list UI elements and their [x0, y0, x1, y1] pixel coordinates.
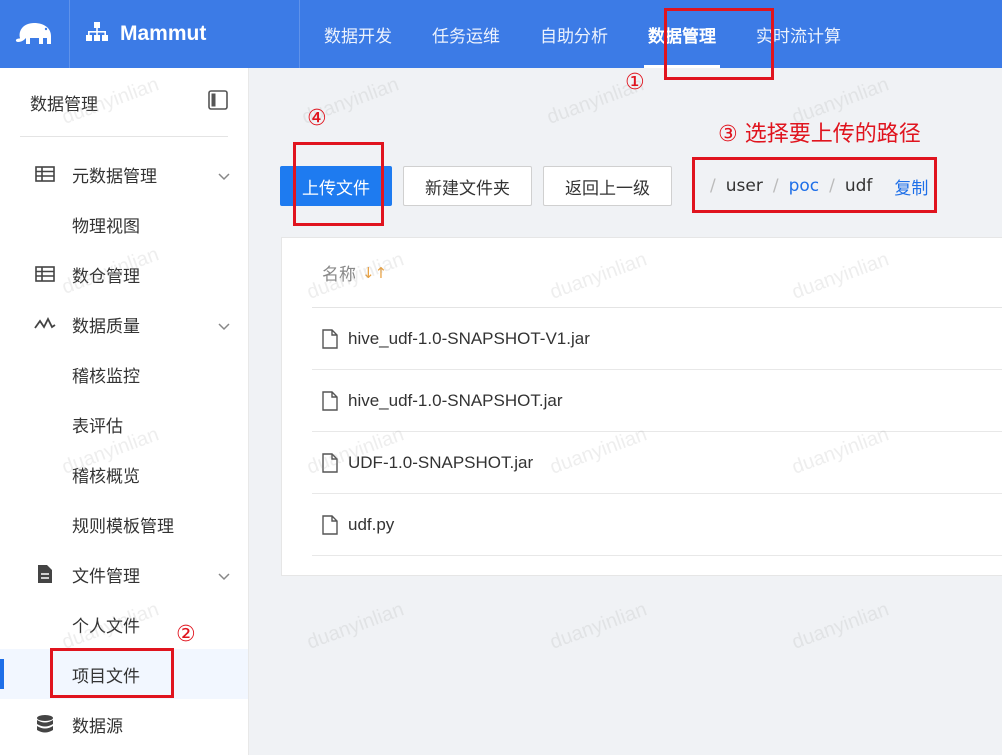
sidebar-item-file-management[interactable]: 文件管理 — [0, 549, 248, 599]
watermark: duanyinlian — [304, 598, 407, 654]
chevron-down-icon — [218, 166, 230, 186]
sidebar-item-label: 物理视图 — [72, 216, 140, 237]
annotation-box-4 — [293, 142, 384, 226]
sidebar-item-label: 数仓管理 — [72, 266, 140, 287]
document-icon — [322, 328, 340, 349]
back-up-button[interactable]: 返回上一级 — [543, 166, 672, 206]
annotation-step-2: ② — [176, 622, 196, 647]
nav-tab-data-dev[interactable]: 数据开发 — [304, 0, 412, 68]
annotation-step-1: ① — [625, 70, 645, 95]
brand-name: Mammut — [120, 22, 207, 45]
annotation-step-3: ③ 选择要上传的路径 — [718, 122, 921, 147]
file-list-panel: 名称 ↓↑ hive_udf-1.0-SNAPSHOT-V1.jar hive_… — [281, 237, 1002, 576]
logo[interactable] — [0, 0, 70, 68]
file-name: UDF-1.0-SNAPSHOT.jar — [348, 452, 534, 472]
pulse-icon — [34, 313, 56, 335]
table-row[interactable]: udf.py — [312, 494, 1002, 556]
watermark: duanyinlian — [789, 598, 892, 654]
table-header: 名称 ↓↑ — [312, 238, 1002, 308]
sidebar-item-label: 数据源 — [72, 716, 123, 737]
hierarchy-icon — [86, 22, 108, 46]
sidebar-item-datasource[interactable]: 数据源 — [0, 699, 248, 749]
annotation-box-3 — [692, 157, 937, 213]
collapse-sidebar-icon[interactable] — [208, 90, 228, 114]
document-icon — [322, 390, 340, 411]
table-row[interactable]: hive_udf-1.0-SNAPSHOT-V1.jar — [312, 308, 1002, 370]
table-row[interactable]: UDF-1.0-SNAPSHOT.jar — [312, 432, 1002, 494]
nav-tab-self-analysis[interactable]: 自助分析 — [520, 0, 628, 68]
annotation-step-4: ④ — [307, 106, 327, 131]
sidebar-item-physical-view[interactable]: 物理视图 — [0, 199, 248, 249]
name-column-header[interactable]: 名称 — [322, 260, 356, 285]
sidebar-item-data-quality[interactable]: 数据质量 — [0, 299, 248, 349]
sidebar-item-label: 规则模板管理 — [72, 516, 174, 537]
chevron-down-icon — [218, 566, 230, 586]
sidebar-item-audit-overview[interactable]: 稽核概览 — [0, 449, 248, 499]
file-name: udf.py — [348, 514, 395, 534]
sidebar-title: 数据管理 — [30, 94, 98, 115]
table-row[interactable]: hive_udf-1.0-SNAPSHOT.jar — [312, 370, 1002, 432]
sidebar-item-label: 稽核监控 — [72, 366, 140, 387]
sidebar-item-label: 个人文件 — [72, 616, 140, 637]
document-icon — [322, 452, 340, 473]
sidebar-item-label: 表评估 — [72, 416, 123, 437]
file-name: hive_udf-1.0-SNAPSHOT-V1.jar — [348, 328, 590, 348]
file-icon — [34, 563, 56, 585]
document-icon — [322, 514, 340, 535]
table-icon — [34, 263, 56, 285]
annotation-box-1 — [664, 8, 774, 80]
database-icon — [34, 713, 56, 735]
sidebar-item-rule-templates[interactable]: 规则模板管理 — [0, 499, 248, 549]
sort-icon[interactable]: ↓↑ — [362, 264, 387, 282]
sidebar-item-metadata[interactable]: 元数据管理 — [0, 149, 248, 199]
new-folder-button[interactable]: 新建文件夹 — [403, 166, 532, 206]
mammoth-logo-icon — [14, 18, 56, 50]
chevron-down-icon — [218, 316, 230, 336]
sidebar-item-label: 数据质量 — [72, 316, 140, 337]
annotation-box-2 — [50, 648, 174, 698]
table-icon — [34, 163, 56, 185]
top-nav-bar: Mammut 数据开发 任务运维 自助分析 数据管理 实时流计算 — [0, 0, 1002, 68]
sidebar-item-label: 元数据管理 — [72, 166, 157, 187]
nav-tab-task-ops[interactable]: 任务运维 — [412, 0, 520, 68]
watermark: duanyinlian — [547, 598, 650, 654]
sidebar-item-personal-files[interactable]: 个人文件 — [0, 599, 248, 649]
nav-tabs: 数据开发 任务运维 自助分析 数据管理 实时流计算 — [304, 0, 861, 68]
sidebar-header: 数据管理 — [0, 68, 248, 136]
sidebar-item-audit-monitor[interactable]: 稽核监控 — [0, 349, 248, 399]
sidebar-item-label: 稽核概览 — [72, 466, 140, 487]
file-name: hive_udf-1.0-SNAPSHOT.jar — [348, 390, 563, 410]
sidebar-item-table-eval[interactable]: 表评估 — [0, 399, 248, 449]
brand[interactable]: Mammut — [70, 0, 300, 68]
sidebar-item-label: 文件管理 — [72, 566, 140, 587]
sidebar-item-warehouse[interactable]: 数仓管理 — [0, 249, 248, 299]
